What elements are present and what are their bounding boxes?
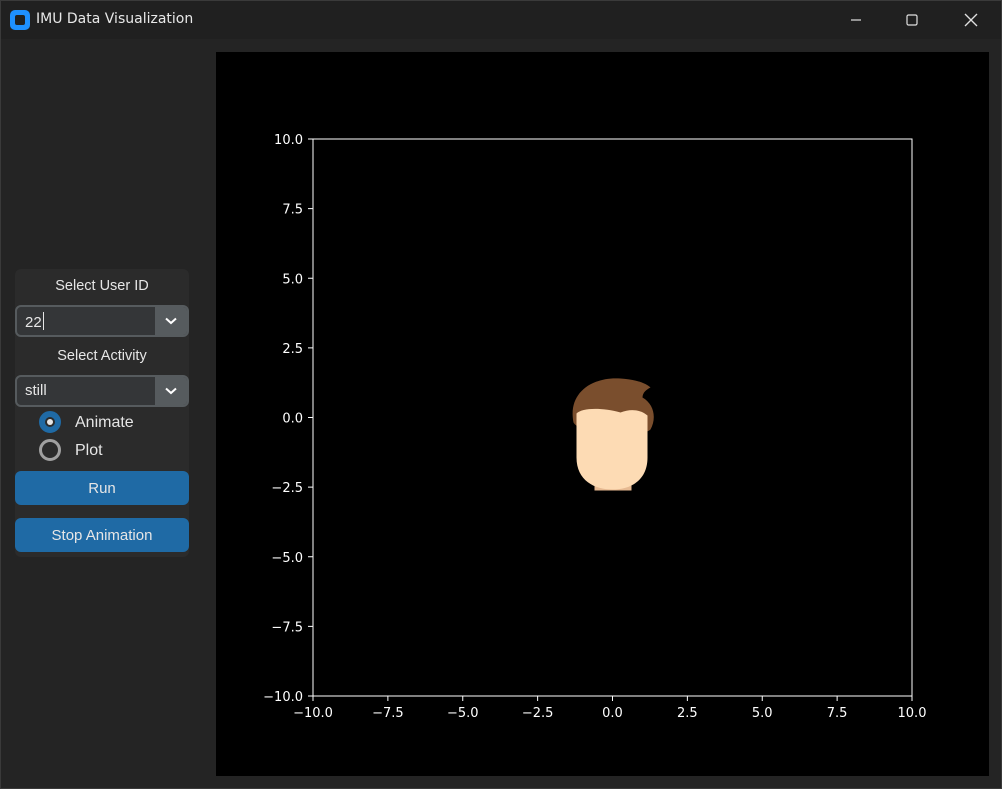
minimize-button[interactable] (827, 1, 885, 39)
title-bar: IMU Data Visualization (1, 1, 1001, 39)
window-title: IMU Data Visualization (36, 11, 194, 27)
maximize-button[interactable] (883, 1, 941, 39)
activity-value[interactable]: still (25, 382, 47, 399)
x-tick-label: −5.0 (447, 706, 479, 721)
app-icon (10, 10, 30, 30)
x-tick-label: 5.0 (752, 706, 773, 721)
user-id-input[interactable]: 22 (25, 312, 44, 331)
x-tick-label: −7.5 (372, 706, 404, 721)
chevron-down-icon (165, 387, 177, 395)
activity-dropdown-button[interactable] (155, 377, 187, 405)
y-tick-label: −7.5 (271, 620, 303, 635)
y-tick-label: 7.5 (282, 203, 303, 218)
face-shape (576, 408, 648, 490)
run-button[interactable]: Run (15, 471, 189, 505)
y-tick-label: 2.5 (282, 342, 303, 357)
activity-label: Select Activity (57, 348, 147, 364)
user-id-dropdown-button[interactable] (155, 307, 187, 335)
stop-animation-button[interactable]: Stop Animation (15, 518, 189, 552)
app-window: IMU Data Visualization Select User ID 22… (0, 0, 1002, 789)
close-button[interactable] (942, 1, 1000, 39)
plot-radio[interactable] (39, 439, 61, 461)
activity-combobox[interactable]: still (15, 375, 189, 407)
animate-radio-label[interactable]: Animate (75, 414, 134, 432)
animate-radio[interactable] (39, 411, 61, 433)
user-id-combobox[interactable]: 22 (15, 305, 189, 337)
user-id-label: Select User ID (55, 278, 149, 294)
maximize-icon (906, 14, 918, 26)
minimize-icon (851, 19, 861, 21)
x-tick-label: −2.5 (522, 706, 554, 721)
text-cursor (42, 312, 44, 330)
y-tick-label: −5.0 (271, 551, 303, 566)
y-tick-label: −2.5 (271, 481, 303, 496)
x-tick-label: −10.0 (293, 706, 333, 721)
close-icon (964, 13, 978, 27)
y-tick-label: −10.0 (263, 690, 303, 705)
head-icon (572, 378, 654, 491)
x-tick-label: 10.0 (898, 706, 927, 721)
animation-plot: −10.0 −7.5 −5.0 −2.5 0.0 2.5 5.0 7.5 10.0 10.0 7.… (263, 133, 927, 721)
plot-radio-label[interactable]: Plot (75, 442, 103, 460)
y-tick-label: 5.0 (282, 272, 303, 287)
x-tick-label: 2.5 (677, 706, 698, 721)
y-tick-label: 10.0 (274, 133, 303, 148)
chevron-down-icon (165, 317, 177, 325)
y-tick-label: 0.0 (282, 412, 303, 427)
x-tick-label: 7.5 (827, 706, 848, 721)
control-panel: Select User ID 22 Select Activity still … (15, 269, 189, 557)
plot-canvas[interactable]: −10.0 −7.5 −5.0 −2.5 0.0 2.5 5.0 7.5 10.0 10.0 7.… (216, 52, 989, 776)
x-tick-label: 0.0 (602, 706, 623, 721)
